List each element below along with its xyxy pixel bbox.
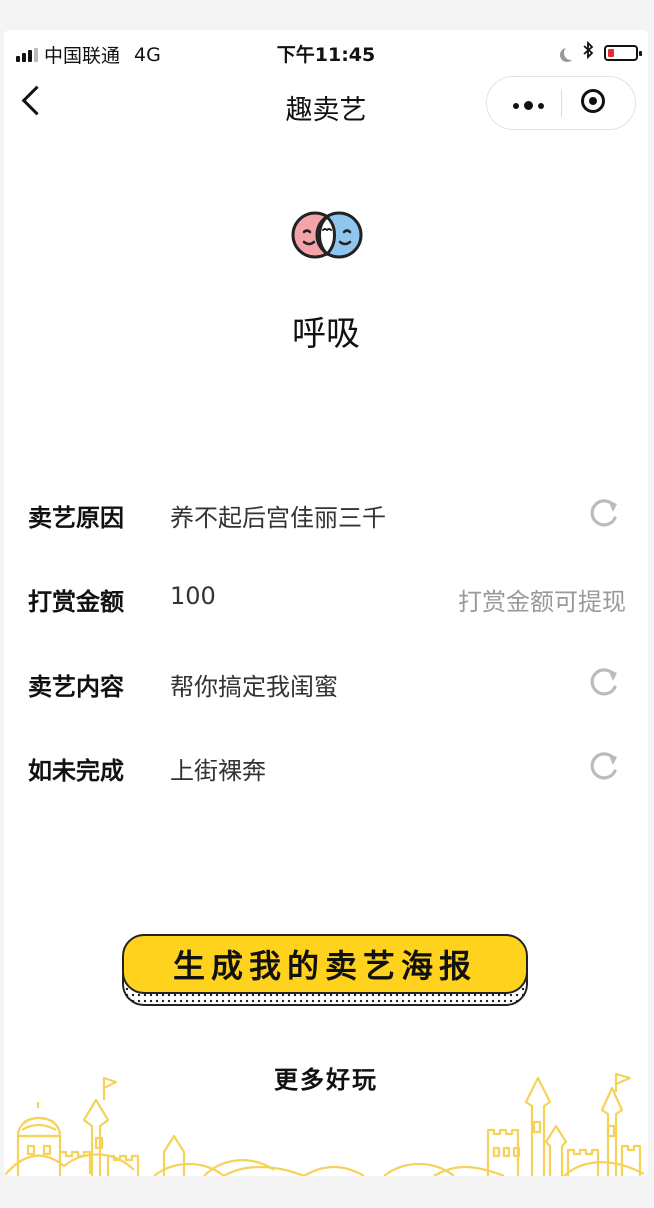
- row-hint: 打赏金额可提现: [458, 588, 626, 616]
- button-label: 生成我的卖艺海报: [122, 934, 528, 994]
- row-reason: 卖艺原因 养不起后宫佳丽三千: [4, 498, 648, 538]
- row-reward-amount: 打赏金额 100 打赏金额可提现: [4, 582, 648, 622]
- castle-illustration: [4, 1072, 645, 1176]
- app-logo: [290, 208, 364, 266]
- bluetooth-icon: [582, 40, 594, 64]
- row-penalty: 如未完成 上街裸奔: [4, 751, 648, 791]
- row-value: 帮你搞定我闺蜜: [170, 673, 338, 701]
- refresh-icon[interactable]: [586, 494, 622, 530]
- row-value: 上街裸奔: [170, 757, 266, 785]
- capsule-divider: [561, 89, 562, 117]
- refresh-icon[interactable]: [586, 663, 622, 699]
- user-name: 呼吸: [292, 314, 360, 354]
- status-bar: 中国联通 4G 下午11:45: [4, 30, 648, 76]
- row-value[interactable]: 100: [170, 582, 216, 610]
- app-screen: 中国联通 4G 下午11:45 趣卖艺 呼吸 卖艺原因 养不起后宫佳丽三千 打赏…: [4, 30, 648, 1176]
- generate-poster-button[interactable]: 生成我的卖艺海报: [122, 934, 530, 1008]
- nav-bar: 趣卖艺: [4, 76, 648, 132]
- row-label: 打赏金额: [28, 588, 124, 616]
- more-menu-icon[interactable]: [513, 101, 544, 110]
- status-time: 下午11:45: [276, 44, 376, 66]
- refresh-icon[interactable]: [586, 747, 622, 783]
- row-content: 卖艺内容 帮你搞定我闺蜜: [4, 667, 648, 707]
- row-label: 卖艺内容: [28, 673, 124, 701]
- mini-program-capsule: [486, 76, 636, 130]
- status-right: [558, 40, 642, 64]
- battery-icon: [604, 44, 642, 61]
- row-label: 卖艺原因: [28, 504, 124, 532]
- row-label: 如未完成: [28, 757, 124, 785]
- do-not-disturb-icon: [564, 46, 578, 60]
- row-value: 养不起后宫佳丽三千: [170, 504, 386, 532]
- close-mini-program-icon[interactable]: [581, 89, 605, 113]
